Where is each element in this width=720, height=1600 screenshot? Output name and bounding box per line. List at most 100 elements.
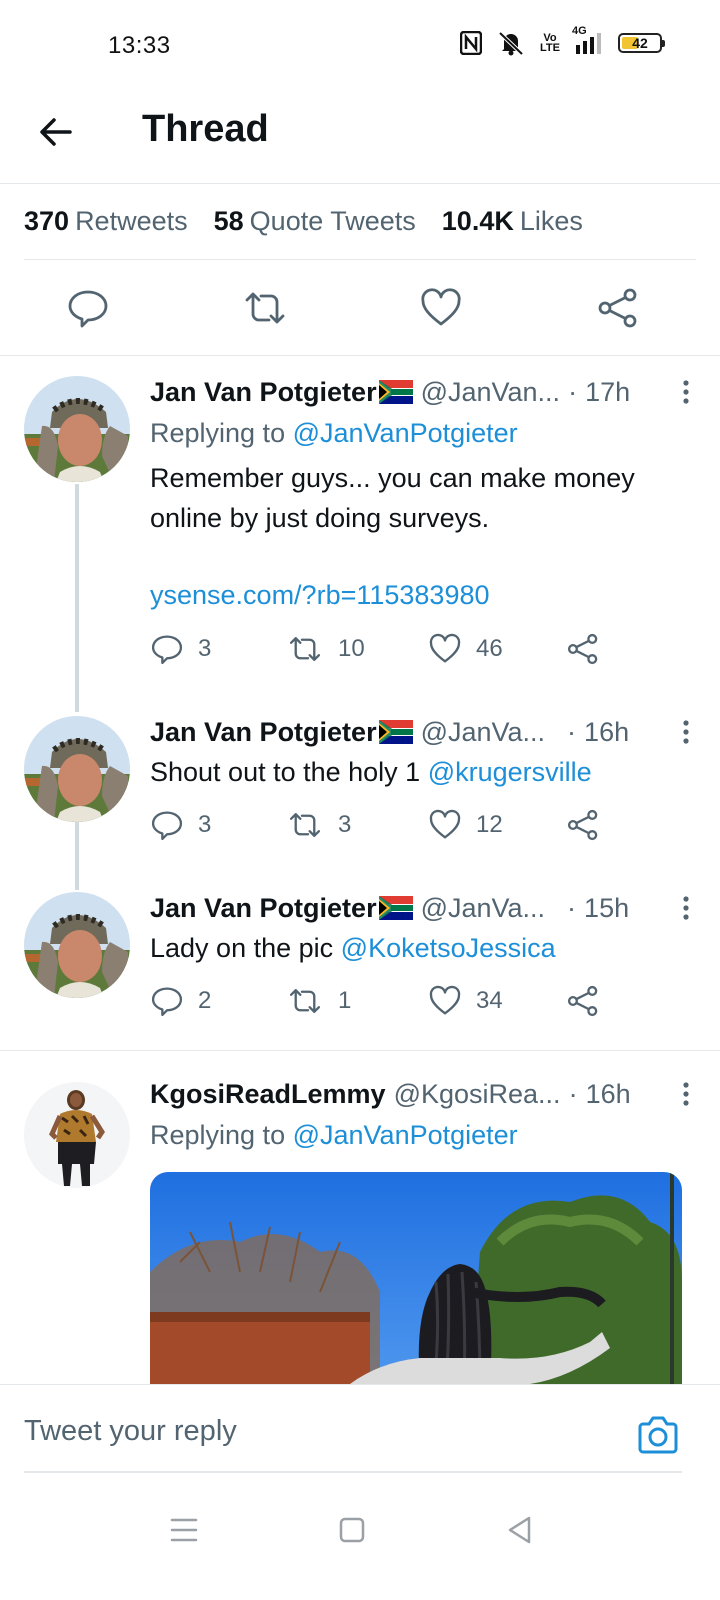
like-icon [429, 985, 461, 1015]
like-button[interactable]: 12 [428, 808, 503, 842]
reply-count: 2 [198, 987, 212, 1014]
reply-count: 3 [198, 635, 212, 662]
display-name[interactable]: Jan Van Potgieter [150, 893, 377, 924]
tweet-header: Jan Van Potgieter @JanVa... · 15h [150, 890, 696, 926]
more-options-icon[interactable] [676, 718, 696, 746]
reply-icon [151, 811, 183, 841]
stat-likes-label: Likes [519, 206, 583, 236]
retweet-icon [289, 813, 321, 837]
back-triangle-icon[interactable] [500, 1510, 540, 1550]
display-name[interactable]: KgosiReadLemmy [150, 1079, 386, 1110]
like-icon [429, 809, 461, 839]
handle: @JanVa... [420, 716, 546, 747]
share-button[interactable] [566, 808, 600, 842]
separator-dot: · [568, 376, 578, 407]
battery-level: 42 [632, 35, 648, 51]
battery-icon: 42 [618, 33, 665, 53]
mention-link[interactable]: @krugersville [428, 757, 592, 787]
avatar[interactable] [24, 892, 130, 998]
retweet-button[interactable]: 3 [286, 808, 351, 842]
reply-count: 3 [198, 811, 212, 838]
mention-link[interactable]: @KoketsoJessica [341, 933, 556, 963]
tweet-header: Jan Van Potgieter @JanVa... · 16h [150, 714, 696, 750]
home-square-icon[interactable] [332, 1510, 372, 1550]
replying-prefix: Replying to [150, 1120, 286, 1150]
reply-icon[interactable] [66, 286, 110, 330]
stat-retweets-value: 370 [24, 206, 70, 236]
retweet-count: 10 [338, 635, 365, 662]
avatar[interactable] [24, 1082, 130, 1188]
thread-header: Thread [0, 90, 720, 184]
share-button[interactable] [566, 984, 600, 1018]
stat-quote-value: 58 [213, 206, 244, 236]
reply-tweet-4[interactable]: KgosiReadLemmy @KgosiRea... · 16h Replyi… [0, 0, 720, 1384]
main-tweet-actions [0, 260, 720, 356]
retweet-button[interactable]: 10 [286, 632, 365, 666]
tweet-header: KgosiReadLemmy @KgosiRea... · 16h [150, 1076, 696, 1112]
reply-input[interactable]: Tweet your reply [24, 1415, 237, 1448]
retweet-icon[interactable] [243, 286, 287, 330]
tweet-time: 17h [585, 376, 631, 407]
tweet-header: Jan Van Potgieter @JanVan... · 17h [150, 374, 696, 410]
more-options-icon[interactable] [676, 894, 696, 922]
retweet-icon [289, 637, 321, 661]
retweet-button[interactable]: 1 [286, 984, 351, 1018]
like-icon[interactable] [419, 286, 463, 330]
share-icon[interactable] [596, 286, 640, 330]
tweet-actions: 3 10 46 [150, 632, 610, 672]
signal-icon: 4G [572, 26, 604, 56]
tweet-time: 16h [584, 716, 630, 747]
more-options-icon[interactable] [676, 1080, 696, 1108]
reply-button[interactable]: 2 [150, 984, 211, 1018]
stat-likes[interactable]: 10.4K Likes [442, 206, 583, 237]
tweet-link[interactable]: ysense.com/?rb=115383980 [150, 580, 490, 611]
bell-off-icon [496, 30, 526, 56]
replying-to: Replying to @JanVanPotgieter [150, 1120, 518, 1151]
tweet-stats: 370 Retweets 58 Quote Tweets 10.4K Likes [24, 184, 696, 260]
tweet-text: Lady on the pic @KoketsoJessica [150, 928, 686, 968]
reply-composer: Tweet your reply [0, 1384, 720, 1484]
status-bar: 13:33 Vo LTE 4G 42 [0, 0, 720, 90]
avatar[interactable] [24, 376, 130, 482]
stat-retweets[interactable]: 370 Retweets [24, 206, 188, 237]
like-count: 34 [476, 987, 503, 1014]
share-button[interactable] [566, 632, 600, 666]
more-options-icon[interactable] [676, 378, 696, 406]
separator-dot: · [568, 1078, 578, 1109]
battery-tip [662, 40, 665, 47]
like-button[interactable]: 46 [428, 632, 503, 666]
like-count: 46 [476, 635, 503, 662]
handle: @KgosiRea... [393, 1078, 561, 1109]
arrow-left-icon[interactable] [34, 110, 78, 154]
share-icon [567, 633, 598, 665]
menu-icon[interactable] [164, 1510, 204, 1550]
south-africa-flag-icon [378, 896, 413, 920]
reply-button[interactable]: 3 [150, 632, 211, 666]
volte-line-2: LTE [540, 42, 560, 54]
display-name[interactable]: Jan Van Potgieter [150, 717, 377, 748]
tweet-photo[interactable] [150, 1172, 682, 1384]
stat-likes-value: 10.4K [441, 206, 514, 236]
reply-button[interactable]: 3 [150, 808, 211, 842]
stat-quote-tweets[interactable]: 58 Quote Tweets [214, 206, 416, 237]
tweet-text: Shout out to the holy 1 @krugersville [150, 752, 686, 792]
like-button[interactable]: 34 [428, 984, 503, 1018]
replying-to: Replying to @JanVanPotgieter [150, 418, 518, 449]
like-icon [429, 633, 461, 663]
reply-icon [151, 987, 183, 1017]
replying-handle-link[interactable]: @JanVanPotgieter [293, 1120, 518, 1150]
replying-handle-link[interactable]: @JanVanPotgieter [293, 418, 518, 448]
share-icon [567, 809, 598, 841]
page-title: Thread [142, 108, 269, 150]
tweet-time: 16h [585, 1078, 631, 1109]
retweet-count: 3 [338, 811, 352, 838]
volte-icon: Vo LTE [540, 33, 560, 54]
camera-icon[interactable] [636, 1413, 680, 1457]
display-name[interactable]: Jan Van Potgieter [150, 377, 377, 408]
replying-prefix: Replying to [150, 418, 286, 448]
handle: @JanVa... [420, 892, 546, 923]
tweet-text: Remember guys... you can make money onli… [150, 463, 635, 533]
tweet-actions: 3 3 12 [150, 808, 610, 848]
separator-dot: · [567, 716, 577, 747]
avatar[interactable] [24, 716, 130, 822]
